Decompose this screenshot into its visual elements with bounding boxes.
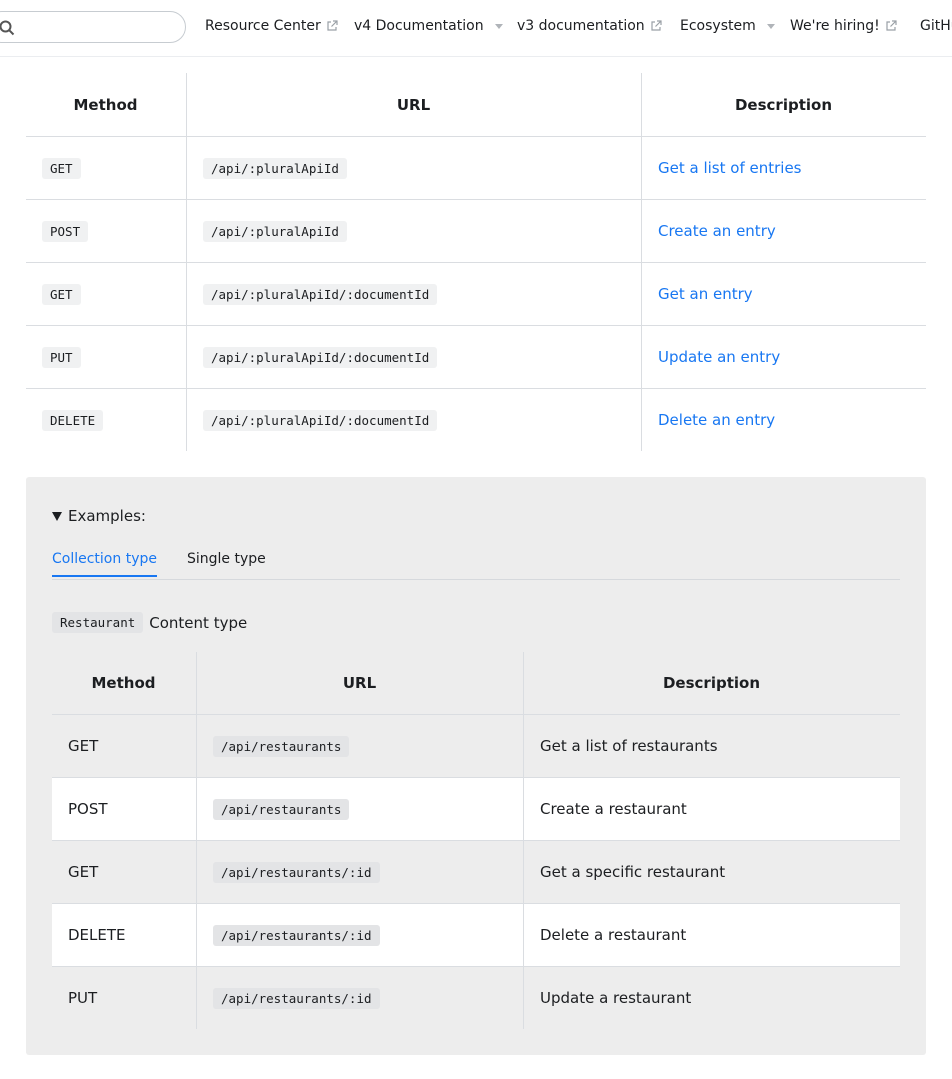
url-code: /api/restaurants <box>213 799 350 820</box>
table-row: POST /api/:pluralApiId Create an entry <box>26 199 926 263</box>
description-link[interactable]: Delete an entry <box>658 411 775 429</box>
column-header-url: URL <box>196 652 524 715</box>
triangle-down-icon <box>52 511 62 521</box>
url-code: /api/:pluralApiId/:documentId <box>203 347 438 368</box>
table-header-row: Method URL Description <box>26 73 926 137</box>
nav-github[interactable]: GitHub <box>920 18 952 34</box>
search-input[interactable] <box>17 16 171 40</box>
url-code: /api/:pluralApiId/:documentId <box>203 284 438 305</box>
description-cell: Create a restaurant <box>523 777 900 841</box>
caret-down-icon <box>766 23 775 29</box>
url-code: /api/restaurants/:id <box>213 925 380 946</box>
method-cell: DELETE <box>52 903 197 967</box>
example-tabs: Collection type Single type <box>52 547 900 580</box>
table-row: POST /api/restaurants Create a restauran… <box>52 777 900 841</box>
method-cell: GET <box>52 714 197 778</box>
description-cell: Get a specific restaurant <box>523 840 900 904</box>
method-code: POST <box>42 221 89 242</box>
search-icon <box>0 20 15 36</box>
column-header-method: Method <box>26 73 187 137</box>
method-cell: GET <box>52 840 197 904</box>
column-header-url: URL <box>186 73 642 137</box>
column-header-description: Description <box>523 652 900 715</box>
tab-single-type[interactable]: Single type <box>187 551 266 575</box>
table-row: PUT /api/restaurants/:id Update a restau… <box>52 966 900 1029</box>
table-row: DELETE /api/:pluralApiId/:documentId Del… <box>26 388 926 451</box>
table-row: GET /api/:pluralApiId/:documentId Get an… <box>26 262 926 326</box>
column-header-description: Description <box>641 73 926 137</box>
description-cell: Delete a restaurant <box>523 903 900 967</box>
external-link-icon <box>327 20 338 31</box>
description-link[interactable]: Get an entry <box>658 285 753 303</box>
method-cell: POST <box>52 777 197 841</box>
table-row: DELETE /api/restaurants/:id Delete a res… <box>52 903 900 967</box>
examples-panel: Examples: Collection type Single type Re… <box>26 477 926 1055</box>
description-cell: Get a list of restaurants <box>523 714 900 778</box>
content-type-heading: Restaurant Content type <box>52 612 247 633</box>
url-code: /api/:pluralApiId/:documentId <box>203 410 438 431</box>
method-code: PUT <box>42 347 81 368</box>
table-row: GET /api/restaurants/:id Get a specific … <box>52 840 900 904</box>
content-type-code: Restaurant <box>52 612 144 633</box>
top-navbar: Resource Center v4 Documentation v3 docu… <box>0 0 952 57</box>
description-link[interactable]: Update an entry <box>658 348 780 366</box>
external-link-icon <box>886 20 897 31</box>
nav-resource-center[interactable]: Resource Center <box>205 18 338 34</box>
url-code: /api/restaurants/:id <box>213 862 380 883</box>
table-header-row: Method URL Description <box>52 652 900 715</box>
description-link[interactable]: Create an entry <box>658 222 776 240</box>
table-row: GET /api/:pluralApiId Get a list of entr… <box>26 136 926 200</box>
column-header-method: Method <box>52 652 197 715</box>
table-row: GET /api/restaurants Get a list of resta… <box>52 714 900 778</box>
nav-hiring[interactable]: We're hiring! <box>790 18 897 34</box>
url-code: /api/restaurants/:id <box>213 988 380 1009</box>
method-code: GET <box>42 158 81 179</box>
nav-ecosystem[interactable]: Ecosystem <box>680 18 775 34</box>
nav-v4-documentation[interactable]: v4 Documentation <box>354 18 503 34</box>
method-code: DELETE <box>42 410 104 431</box>
method-cell: PUT <box>68 989 98 1007</box>
tab-collection-type[interactable]: Collection type <box>52 551 157 577</box>
url-code: /api/:pluralApiId <box>203 158 347 179</box>
examples-summary-toggle[interactable]: Examples: <box>52 507 146 525</box>
caret-down-icon <box>494 23 503 29</box>
table-row: PUT /api/:pluralApiId/:documentId Update… <box>26 325 926 389</box>
search-box[interactable] <box>0 11 186 43</box>
nav-v3-documentation[interactable]: v3 documentation <box>517 18 662 34</box>
url-code: /api/:pluralApiId <box>203 221 347 242</box>
restaurant-endpoints-table: Method URL Description GET /api/restaura… <box>52 652 900 1029</box>
description-link[interactable]: Get a list of entries <box>658 159 801 177</box>
endpoints-table: Method URL Description GET /api/:pluralA… <box>26 73 926 451</box>
url-code: /api/restaurants <box>213 736 350 757</box>
description-cell: Update a restaurant <box>523 966 900 1029</box>
method-code: GET <box>42 284 81 305</box>
external-link-icon <box>651 20 662 31</box>
